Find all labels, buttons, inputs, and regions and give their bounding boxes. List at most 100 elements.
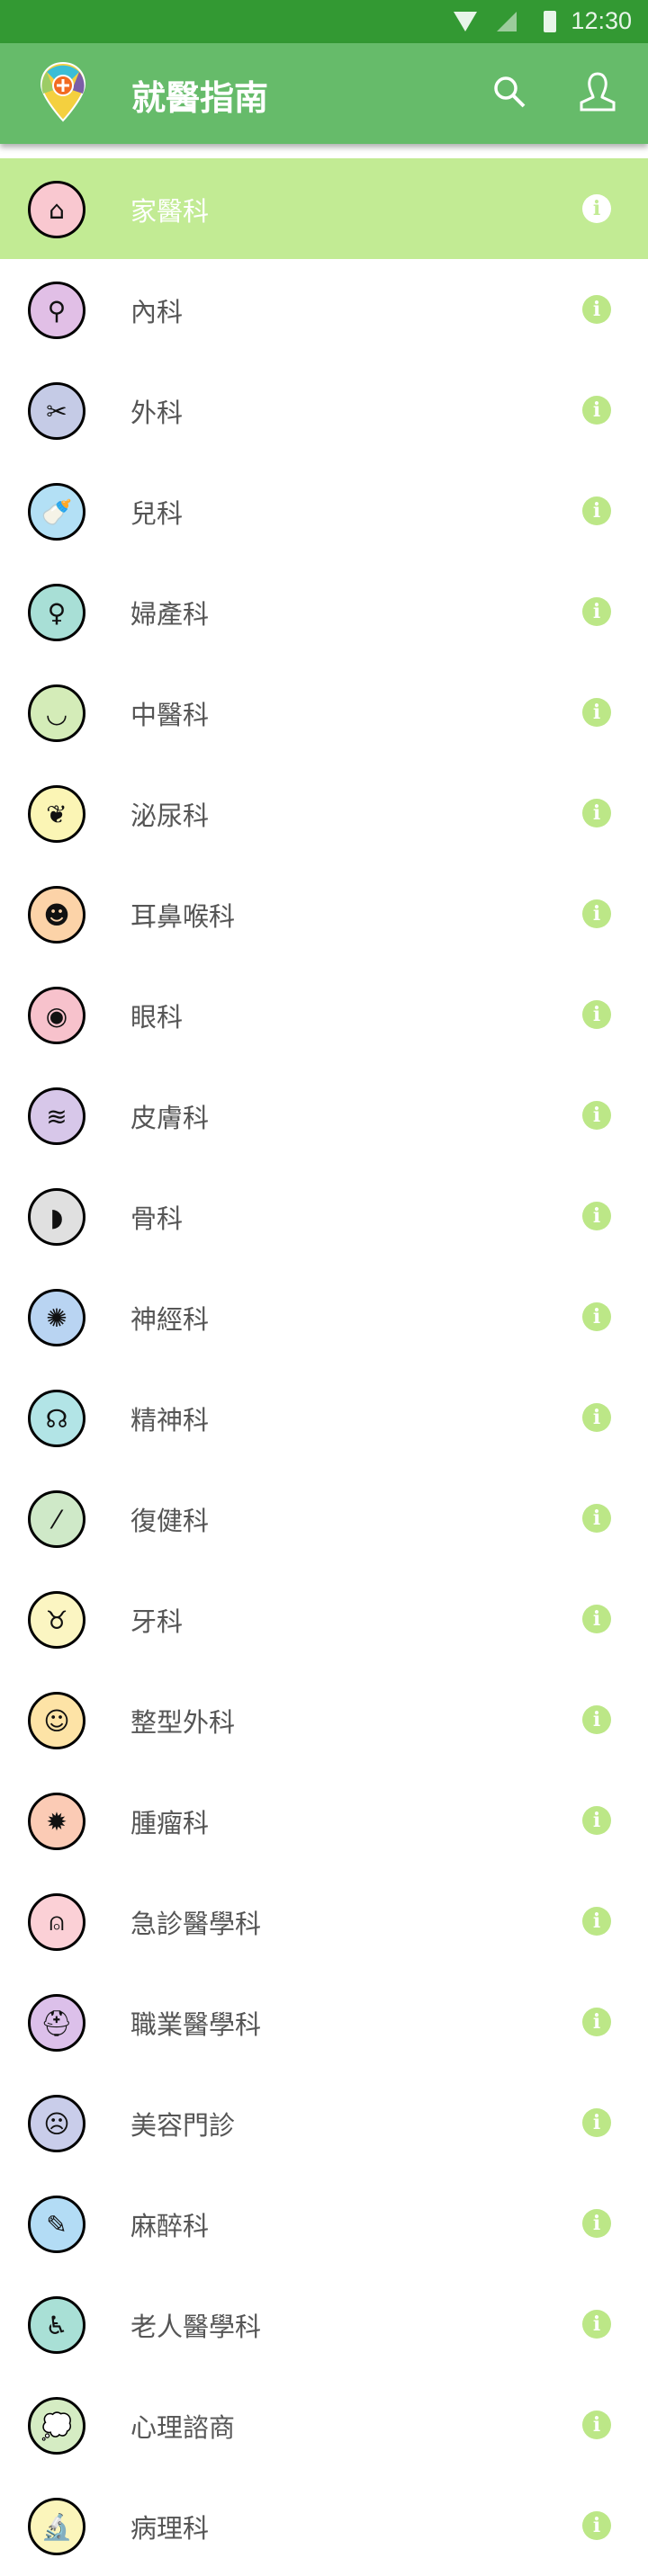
eye-icon: ◉ <box>28 987 86 1044</box>
department-list: ⌂ 家醫科 i ⚲ 內科 i ✂ 外科 i 🍼 兒科 i ♀ 婦產科 i ◡ 中醫科 i ❦ 泌尿科 i ☻ 耳鼻喉科 i ◉ 眼… <box>0 158 648 2576</box>
info-icon[interactable]: i <box>582 799 611 827</box>
status-time: 12:30 <box>571 7 632 34</box>
head-thought-icon: 💭 <box>28 2397 86 2455</box>
battery-icon <box>544 11 556 32</box>
department-item[interactable]: ✂ 外科 i <box>0 360 648 461</box>
icon-glyph: ✎ <box>46 2209 68 2240</box>
icon-glyph: ✹ <box>46 1806 68 1837</box>
info-icon[interactable]: i <box>582 1202 611 1230</box>
head-profile-icon: ☻ <box>28 886 86 944</box>
info-icon[interactable]: i <box>582 899 611 928</box>
department-label: 泌尿科 <box>130 801 210 831</box>
info-icon[interactable]: i <box>582 1101 611 1130</box>
department-label: 神經科 <box>130 1304 210 1335</box>
department-item[interactable]: ◉ 眼科 i <box>0 964 648 1065</box>
icon-glyph: ⛑ <box>40 2008 73 2038</box>
info-icon[interactable]: i <box>582 2511 611 2540</box>
icon-glyph: ♀ <box>47 597 67 628</box>
department-item[interactable]: ⁄ 復健科 i <box>0 1468 648 1569</box>
info-icon[interactable]: i <box>582 1705 611 1734</box>
icon-glyph: ☻ <box>43 899 70 930</box>
icon-glyph: 🔬 <box>40 2511 73 2542</box>
info-icon[interactable]: i <box>582 698 611 727</box>
baby-bottle-icon: 🍼 <box>28 483 86 541</box>
icon-glyph: ⍝ <box>49 1907 65 1936</box>
info-icon[interactable]: i <box>582 396 611 425</box>
status-bar: 12:30 <box>0 0 648 43</box>
wifi-icon <box>454 12 477 31</box>
department-item[interactable]: ♀ 婦產科 i <box>0 561 648 662</box>
info-icon[interactable]: i <box>582 194 611 223</box>
tooth-icon: ♉ <box>28 1591 86 1649</box>
info-icon[interactable]: i <box>582 1000 611 1029</box>
icon-glyph: ☊ <box>45 1403 68 1434</box>
info-icon[interactable]: i <box>582 496 611 525</box>
tumor-cell-icon: ✹ <box>28 1793 86 1850</box>
info-icon[interactable]: i <box>582 1504 611 1533</box>
department-item[interactable]: ☹ 美容門診 i <box>0 2072 648 2173</box>
department-item[interactable]: ⛑ 職業醫學科 i <box>0 1972 648 2072</box>
icon-glyph: ◗ <box>50 1202 64 1232</box>
department-item[interactable]: ⍝ 急診醫學科 i <box>0 1871 648 1972</box>
department-label: 兒科 <box>130 498 184 529</box>
department-item[interactable]: ⌂ 家醫科 i <box>0 158 648 259</box>
department-label: 眼科 <box>130 1002 184 1033</box>
department-item[interactable]: ≋ 皮膚科 i <box>0 1065 648 1166</box>
department-item[interactable]: ◡ 中醫科 i <box>0 662 648 763</box>
department-item[interactable]: 🔬 病理科 i <box>0 2475 648 2576</box>
icon-glyph: ◡ <box>45 698 68 729</box>
department-label: 麻醉科 <box>130 2211 210 2241</box>
info-icon[interactable]: i <box>582 2411 611 2439</box>
info-icon[interactable]: i <box>582 2108 611 2137</box>
mortar-pestle-icon: ◡ <box>28 684 86 742</box>
info-icon[interactable]: i <box>582 597 611 626</box>
department-item[interactable]: ◗ 骨科 i <box>0 1166 648 1266</box>
icon-glyph: 🍼 <box>40 496 73 527</box>
info-icon[interactable]: i <box>582 1302 611 1331</box>
page-title: 就醫指南 <box>131 78 269 118</box>
department-item[interactable]: ✎ 麻醉科 i <box>0 2173 648 2274</box>
icon-glyph: 💭 <box>40 2411 73 2441</box>
department-label: 病理科 <box>130 2513 210 2544</box>
department-label: 心理諮商 <box>130 2412 236 2443</box>
house-stethoscope-icon: ⌂ <box>28 181 86 238</box>
info-icon[interactable]: i <box>582 295 611 324</box>
department-item[interactable]: ♉ 牙科 i <box>0 1569 648 1669</box>
department-item[interactable]: ♿ 老人醫學科 i <box>0 2274 648 2375</box>
department-item[interactable]: ❦ 泌尿科 i <box>0 763 648 863</box>
info-icon[interactable]: i <box>582 1907 611 1936</box>
department-item[interactable]: ✺ 神經科 i <box>0 1266 648 1367</box>
icon-glyph: ⚲ <box>47 295 67 326</box>
icon-glyph: ♉ <box>45 1605 68 1635</box>
info-icon[interactable]: i <box>582 1806 611 1835</box>
signal-icon <box>497 12 517 31</box>
department-label: 職業醫學科 <box>130 2009 262 2040</box>
user-icon[interactable] <box>574 68 621 115</box>
department-item[interactable]: ☊ 精神科 i <box>0 1367 648 1468</box>
face-mask-icon: ☹ <box>28 2095 86 2152</box>
app-logo <box>40 61 86 122</box>
magnifier-body-icon: ⚲ <box>28 282 86 339</box>
department-item[interactable]: ☻ 耳鼻喉科 i <box>0 863 648 964</box>
siren-icon: ⍝ <box>28 1893 86 1951</box>
icon-glyph: ❦ <box>46 799 68 829</box>
info-icon[interactable]: i <box>582 1605 611 1633</box>
department-label: 腫瘤科 <box>130 1808 210 1838</box>
department-item[interactable]: 💭 心理諮商 i <box>0 2375 648 2475</box>
department-label: 婦產科 <box>130 599 210 630</box>
icon-glyph: ⌂ <box>49 194 65 225</box>
department-label: 骨科 <box>130 1203 184 1234</box>
department-item[interactable]: ☺ 整型外科 i <box>0 1669 648 1770</box>
info-icon[interactable]: i <box>582 2209 611 2238</box>
department-item[interactable]: 🍼 兒科 i <box>0 461 648 561</box>
department-item[interactable]: ✹ 腫瘤科 i <box>0 1770 648 1871</box>
search-icon[interactable] <box>486 68 533 115</box>
department-label: 家醫科 <box>130 196 210 227</box>
head-speech-icon: ☊ <box>28 1390 86 1447</box>
info-icon[interactable]: i <box>582 2310 611 2339</box>
department-label: 精神科 <box>130 1405 210 1436</box>
info-icon[interactable]: i <box>582 2008 611 2036</box>
face-marked-icon: ☺ <box>28 1692 86 1749</box>
department-item[interactable]: ⚲ 內科 i <box>0 259 648 360</box>
info-icon[interactable]: i <box>582 1403 611 1432</box>
